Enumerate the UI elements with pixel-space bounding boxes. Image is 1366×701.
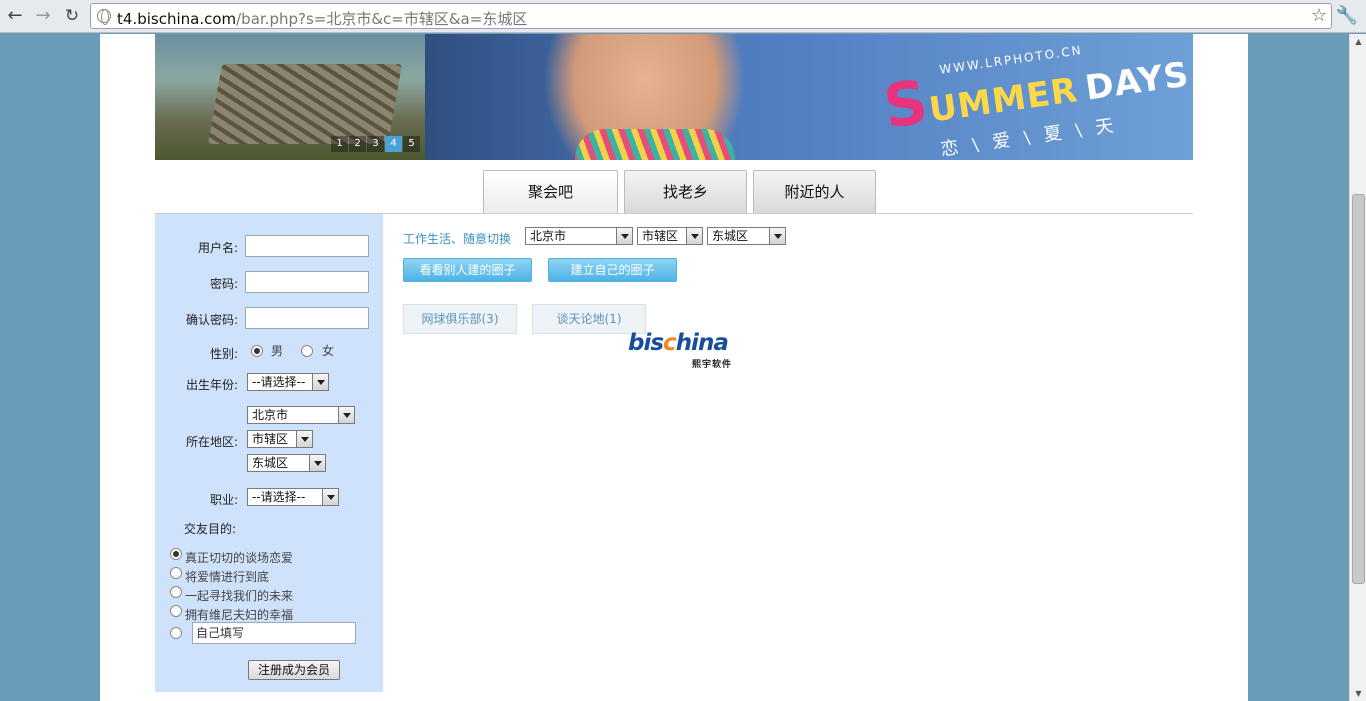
chevron-down-icon [296, 431, 312, 447]
province-value: 北京市 [252, 408, 289, 422]
main-city-select[interactable]: 市辖区 [637, 227, 703, 245]
back-arrow-icon[interactable]: ← [4, 6, 26, 26]
tab-party[interactable]: 聚会吧 [483, 170, 618, 214]
chevron-down-icon [616, 228, 632, 244]
birth-year-label: 出生年份: [185, 378, 238, 392]
logo-part-c: hina [675, 330, 729, 356]
purpose-label: 交友目的: [184, 522, 237, 536]
job-label: 职业: [209, 493, 238, 507]
banner-summer-image: WWW.LRPHOTO.CN SUMMERDAYS 恋\爱\夏\天 [425, 34, 1193, 160]
summer-s: S [879, 67, 934, 143]
main-tabs: 聚会吧 找老乡 附近的人 [483, 170, 876, 214]
scrollbar-thumb[interactable] [1352, 194, 1365, 584]
job-select[interactable]: --请选择-- [247, 488, 339, 506]
purpose-option-3: 一起寻找我们的未来 [185, 589, 294, 603]
confirm-password-label: 确认密码: [185, 313, 238, 327]
cabin-roof [207, 64, 403, 144]
bookmark-star-icon[interactable]: ☆ [1311, 5, 1327, 26]
purpose-radio-3[interactable] [170, 586, 182, 598]
confirm-password-input[interactable] [245, 307, 369, 329]
slide-dot[interactable]: 2 [349, 136, 366, 152]
purpose-option-4: 拥有维尼夫妇的幸福 [185, 608, 294, 622]
banner-swimwear [575, 129, 735, 160]
page-content: 1 2 3 4 5 WWW.LRPHOTO.CN SUMMERDAYS 恋\爱\… [100, 34, 1248, 701]
banner-cabin-image: 1 2 3 4 5 [155, 34, 425, 160]
password-row: 密码: [155, 271, 383, 295]
purpose-radio-2[interactable] [170, 567, 182, 579]
logo-part-b: c [663, 330, 677, 356]
purpose-option-1: 真正切切的谈场恋爱 [185, 551, 294, 565]
main-district-value: 东城区 [712, 229, 749, 243]
job-value: --请选择-- [252, 490, 306, 504]
birth-year-select[interactable]: --请选择-- [247, 373, 329, 391]
custom-purpose-input[interactable]: 自己填写 [192, 622, 356, 644]
wrench-icon[interactable]: 🔧 [1336, 5, 1358, 26]
chevron-down-icon [338, 407, 354, 423]
password-input[interactable] [245, 271, 369, 293]
region-label: 所在地区: [185, 435, 238, 449]
gender-female-radio[interactable] [301, 345, 313, 357]
gender-female-label: 女 [322, 344, 335, 358]
password-label: 密码: [209, 277, 238, 291]
circle-tennis-club[interactable]: 网球俱乐部(3) [403, 304, 517, 334]
city-value: 市辖区 [252, 432, 289, 446]
purpose-option-2: 将爱情进行到底 [185, 570, 270, 584]
chevron-down-icon [686, 228, 702, 244]
bischina-logo: bischina 熙宇软件 [628, 330, 738, 370]
chevron-down-icon [322, 489, 338, 505]
create-circle-button[interactable]: 建立自己的圈子 [548, 258, 677, 282]
chevron-down-icon [309, 455, 325, 471]
birth-year-value: --请选择-- [252, 375, 306, 389]
main-province-value: 北京市 [530, 229, 567, 243]
browser-toolbar: ← → ↻ t4.bischina.com/bar.php?s=北京市&c=市辖… [0, 0, 1366, 33]
gender-male-radio[interactable] [251, 345, 263, 357]
main-city-value: 市辖区 [642, 229, 679, 243]
address-bar[interactable]: t4.bischina.com/bar.php?s=北京市&c=市辖区&a=东城… [90, 3, 1332, 29]
summer-days: DAYS [1082, 54, 1192, 109]
forward-arrow-icon[interactable]: → [32, 6, 54, 26]
province-select[interactable]: 北京市 [247, 406, 355, 424]
purpose-radio-4[interactable] [170, 605, 182, 617]
slide-dot-active[interactable]: 4 [385, 136, 402, 152]
main-district-select[interactable]: 东城区 [707, 227, 786, 245]
confirm-password-row: 确认密码: [155, 307, 383, 331]
logo-subtitle: 熙宇软件 [692, 360, 733, 370]
tab-nearby[interactable]: 附近的人 [753, 170, 876, 213]
register-submit-button[interactable]: 注册成为会员 [248, 660, 340, 680]
chevron-down-icon [769, 228, 785, 244]
logo-wordmark: bischina [628, 330, 738, 356]
address-url[interactable]: t4.bischina.com/bar.php?s=北京市&c=市辖区&a=东城… [117, 8, 527, 29]
vertical-scrollbar[interactable]: ▲ ▼ [1349, 34, 1366, 701]
slide-dot[interactable]: 1 [331, 136, 348, 152]
purpose-radio-1[interactable] [170, 548, 182, 560]
switch-link[interactable]: 工作生活、随意切换 [403, 230, 511, 247]
banner-slideshow[interactable]: 1 2 3 4 5 WWW.LRPHOTO.CN SUMMERDAYS 恋\爱\… [155, 34, 1193, 160]
globe-icon [97, 9, 111, 25]
slide-dot[interactable]: 5 [403, 136, 420, 152]
reload-icon[interactable]: ↻ [61, 6, 83, 26]
gender-male-label: 男 [271, 344, 284, 358]
gender-label: 性别: [209, 347, 238, 361]
username-label: 用户名: [197, 241, 238, 255]
job-row: 职业: --请选择-- [155, 487, 383, 511]
username-input[interactable] [245, 235, 369, 257]
slide-dot[interactable]: 3 [367, 136, 384, 152]
logo-part-a: bis [628, 330, 664, 356]
birth-year-row: 出生年份: --请选择-- [155, 372, 383, 396]
chevron-down-icon [312, 374, 328, 390]
summer-days-text: WWW.LRPHOTO.CN SUMMERDAYS 恋\爱\夏\天 [879, 34, 1192, 160]
register-panel: 用户名: 密码: 确认密码: 性别: 男 女 出生年份: --请选择-- 北京市… [155, 214, 383, 692]
gender-row: 性别: 男 女 [155, 341, 383, 365]
city-select[interactable]: 市辖区 [247, 430, 313, 448]
tab-hometown[interactable]: 找老乡 [624, 170, 747, 213]
district-select[interactable]: 东城区 [247, 454, 326, 472]
purpose-radio-custom[interactable] [170, 627, 182, 639]
main-province-select[interactable]: 北京市 [525, 227, 633, 245]
scroll-down-icon[interactable]: ▼ [1350, 686, 1366, 701]
slide-pagination: 1 2 3 4 5 [331, 136, 420, 152]
view-others-circles-button[interactable]: 看看别人建的圈子 [403, 258, 532, 282]
district-value: 东城区 [252, 456, 289, 470]
scroll-up-icon[interactable]: ▲ [1350, 34, 1366, 49]
username-row: 用户名: [155, 235, 383, 259]
